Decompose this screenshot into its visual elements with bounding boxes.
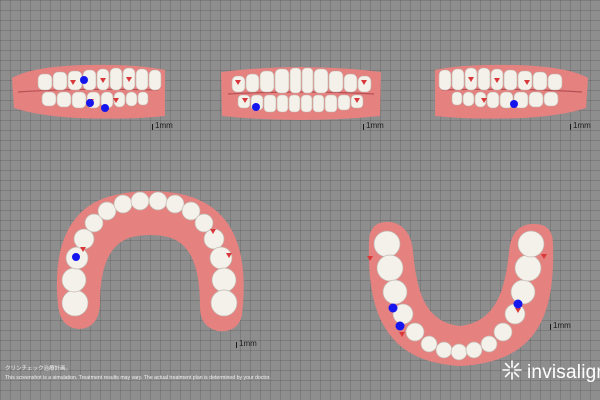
- scale-bar-right-lateral: 1mm: [152, 122, 173, 130]
- scale-bar-left-lateral: 1mm: [570, 122, 591, 130]
- invisalign-star-icon: [502, 360, 522, 385]
- scale-label: 1mm: [573, 121, 591, 130]
- scale-label: 1mm: [155, 121, 173, 130]
- frontal-view[interactable]: [218, 58, 384, 124]
- scale-label: 1mm: [553, 321, 571, 330]
- left-lateral-view[interactable]: [432, 58, 592, 124]
- lower-occlusal-view[interactable]: [355, 212, 565, 372]
- brand-name: invisalign: [527, 361, 600, 383]
- upper-occlusal-view[interactable]: [40, 185, 260, 335]
- right-lateral-view[interactable]: [8, 58, 168, 124]
- simulation-disclaimer: This screenshot is a simulation. Treatme…: [5, 375, 271, 381]
- scale-bar-lower-occlusal: 1mm: [550, 322, 571, 330]
- scale-bar-upper-occlusal: 1mm: [236, 340, 257, 348]
- treatment-plan-title: クリンチェック治療計画。: [5, 366, 72, 372]
- scale-label: 1mm: [366, 121, 384, 130]
- brand-logo: invisalign: [502, 360, 600, 385]
- scale-bar-frontal: 1mm: [363, 122, 384, 130]
- treatment-canvas: 1mm 1mm 1mm 1mm 1mm クリンチェック治療計画。 This sc…: [0, 0, 600, 400]
- scale-label: 1mm: [239, 339, 257, 348]
